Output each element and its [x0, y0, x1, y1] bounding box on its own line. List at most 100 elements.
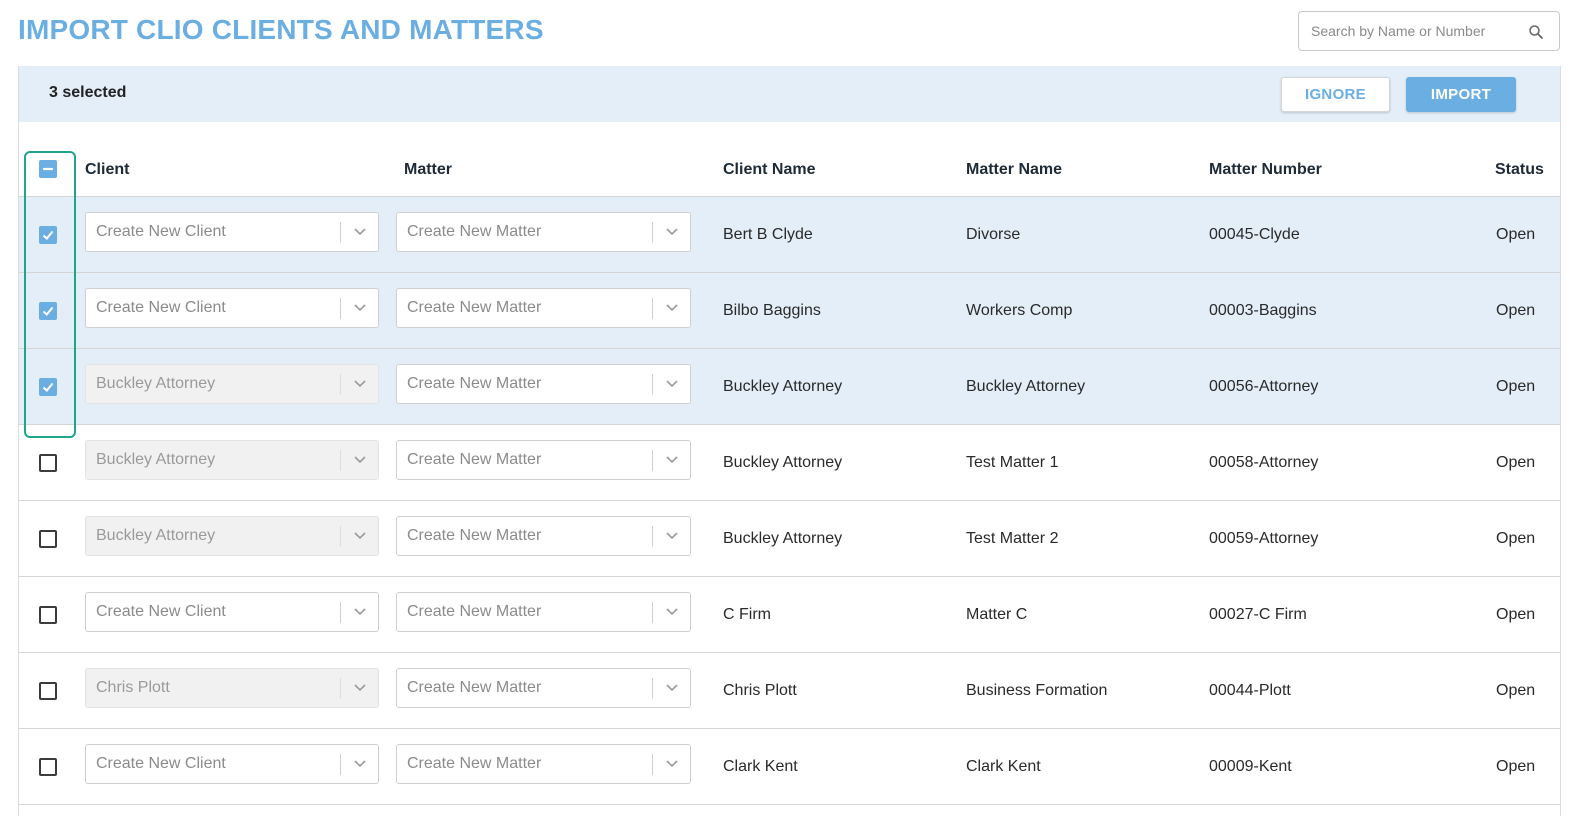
- matter-select-value: Create New Matter: [407, 299, 542, 316]
- select-divider: [340, 754, 341, 775]
- chevron-down-icon[interactable]: [665, 303, 679, 313]
- select-divider: [340, 450, 341, 471]
- row-checkbox[interactable]: [39, 302, 57, 320]
- matter-select[interactable]: Create New Matter: [396, 364, 691, 404]
- select-divider: [652, 298, 653, 319]
- select-all-checkbox[interactable]: [39, 160, 57, 178]
- status-cell: Open: [1496, 758, 1536, 775]
- select-divider: [340, 602, 341, 623]
- table-row[interactable]: Buckley Attorney Create New Matter Buckley…: [19, 501, 1560, 577]
- column-header-matter-number[interactable]: Matter Number: [1209, 161, 1322, 179]
- client-select-value: Create New Client: [96, 603, 226, 620]
- matter-select[interactable]: Create New Matter: [396, 440, 691, 480]
- matter-select[interactable]: Create New Matter: [396, 668, 691, 708]
- matter-number-cell: 00027-C Firm: [1209, 606, 1307, 623]
- client-select-value: Chris Plott: [96, 679, 170, 696]
- select-divider: [340, 222, 341, 243]
- column-header-status[interactable]: Status: [1495, 161, 1544, 179]
- table-row[interactable]: Create New Client Create New Matter Bert B…: [19, 197, 1560, 273]
- matter-name-cell: Matter C: [966, 606, 1028, 623]
- ignore-button[interactable]: IGNORE: [1281, 77, 1390, 112]
- chevron-down-icon[interactable]: [665, 759, 679, 769]
- search-input[interactable]: [1311, 12, 1521, 50]
- chevron-down-icon[interactable]: [665, 683, 679, 693]
- import-button[interactable]: IMPORT: [1406, 77, 1516, 112]
- select-divider: [340, 678, 341, 699]
- matter-select[interactable]: Create New Matter: [396, 212, 691, 252]
- matter-name-cell: Divorse: [966, 226, 1021, 243]
- client-name-cell: Clark Kent: [723, 758, 798, 775]
- row-checkbox[interactable]: [39, 606, 57, 624]
- matter-select-value: Create New Matter: [407, 375, 542, 392]
- select-divider: [652, 754, 653, 775]
- client-name-cell: Buckley Attorney: [723, 378, 843, 395]
- matter-select[interactable]: Create New Matter: [396, 744, 691, 784]
- chevron-down-icon[interactable]: [665, 455, 679, 465]
- client-select[interactable]: Create New Client: [85, 288, 379, 328]
- select-divider: [340, 298, 341, 319]
- table-row[interactable]: Create New Client Create New Matter Clark …: [19, 729, 1560, 805]
- row-checkbox[interactable]: [39, 530, 57, 548]
- select-divider: [340, 374, 341, 395]
- table-row[interactable]: Buckley Attorney Create New Matter Buckley…: [19, 425, 1560, 501]
- checkmark-icon: [42, 382, 54, 392]
- checkmark-icon: [42, 230, 54, 240]
- chevron-down-icon[interactable]: [353, 607, 367, 617]
- table-row[interactable]: Buckley Attorney Create New Matter Buckley…: [19, 349, 1560, 425]
- search-box[interactable]: [1298, 11, 1560, 51]
- client-name-cell: Buckley Attorney: [723, 530, 843, 547]
- client-select[interactable]: Create New Client: [85, 212, 379, 252]
- table-row[interactable]: Chris Plott Create New Matter Chris Plott B…: [19, 653, 1560, 729]
- row-checkbox[interactable]: [39, 226, 57, 244]
- column-header-matter: Matter: [404, 161, 453, 178]
- chevron-down-icon[interactable]: [353, 531, 367, 541]
- selected-count: 3 selected: [49, 84, 127, 101]
- matter-number-cell: 00056-Attorney: [1209, 378, 1319, 395]
- chevron-down-icon[interactable]: [353, 303, 367, 313]
- client-select-value: Buckley Attorney: [96, 451, 216, 468]
- client-name-cell: Bilbo Baggins: [723, 302, 821, 319]
- client-select: Buckley Attorney: [85, 516, 379, 556]
- row-checkbox[interactable]: [39, 454, 57, 472]
- row-checkbox[interactable]: [39, 378, 57, 396]
- chevron-down-icon[interactable]: [665, 227, 679, 237]
- client-name-cell: Buckley Attorney: [723, 454, 843, 471]
- column-header-client: Client: [85, 161, 130, 178]
- status-cell: Open: [1496, 378, 1536, 395]
- chevron-down-icon[interactable]: [353, 759, 367, 769]
- matter-name-cell: Workers Comp: [966, 302, 1073, 319]
- indeterminate-icon: [42, 167, 54, 171]
- matter-select-value: Create New Matter: [407, 451, 542, 468]
- client-select[interactable]: Create New Client: [85, 592, 379, 632]
- chevron-down-icon[interactable]: [665, 379, 679, 389]
- select-divider: [652, 526, 653, 547]
- table-row[interactable]: Create New Client Create New Matter C Firm…: [19, 577, 1560, 653]
- search-icon[interactable]: [1527, 23, 1545, 41]
- status-cell: Open: [1496, 226, 1536, 243]
- matter-number-cell: 00059-Attorney: [1209, 530, 1319, 547]
- matter-select[interactable]: Create New Matter: [396, 592, 691, 632]
- matter-select[interactable]: Create New Matter: [396, 516, 691, 556]
- table-row[interactable]: Create New Client Create New Matter Bilbo …: [19, 273, 1560, 349]
- select-divider: [652, 602, 653, 623]
- column-header-matter-name[interactable]: Matter Name: [966, 161, 1062, 179]
- select-divider: [340, 526, 341, 547]
- chevron-down-icon[interactable]: [665, 607, 679, 617]
- status-cell: Open: [1496, 454, 1536, 471]
- row-checkbox[interactable]: [39, 682, 57, 700]
- matter-number-cell: 00009-Kent: [1209, 758, 1292, 775]
- matter-number-cell: 00058-Attorney: [1209, 454, 1319, 471]
- client-select[interactable]: Create New Client: [85, 744, 379, 784]
- table-header: Client Matter Client Name Matter Name Ma…: [19, 149, 1560, 197]
- client-select: Buckley Attorney: [85, 440, 379, 480]
- chevron-down-icon[interactable]: [353, 227, 367, 237]
- chevron-down-icon[interactable]: [353, 683, 367, 693]
- select-divider: [652, 374, 653, 395]
- chevron-down-icon[interactable]: [353, 379, 367, 389]
- matter-select[interactable]: Create New Matter: [396, 288, 691, 328]
- chevron-down-icon[interactable]: [665, 531, 679, 541]
- matter-number-cell: 00045-Clyde: [1209, 226, 1300, 243]
- column-header-client-name[interactable]: Client Name: [723, 161, 815, 179]
- chevron-down-icon[interactable]: [353, 455, 367, 465]
- row-checkbox[interactable]: [39, 758, 57, 776]
